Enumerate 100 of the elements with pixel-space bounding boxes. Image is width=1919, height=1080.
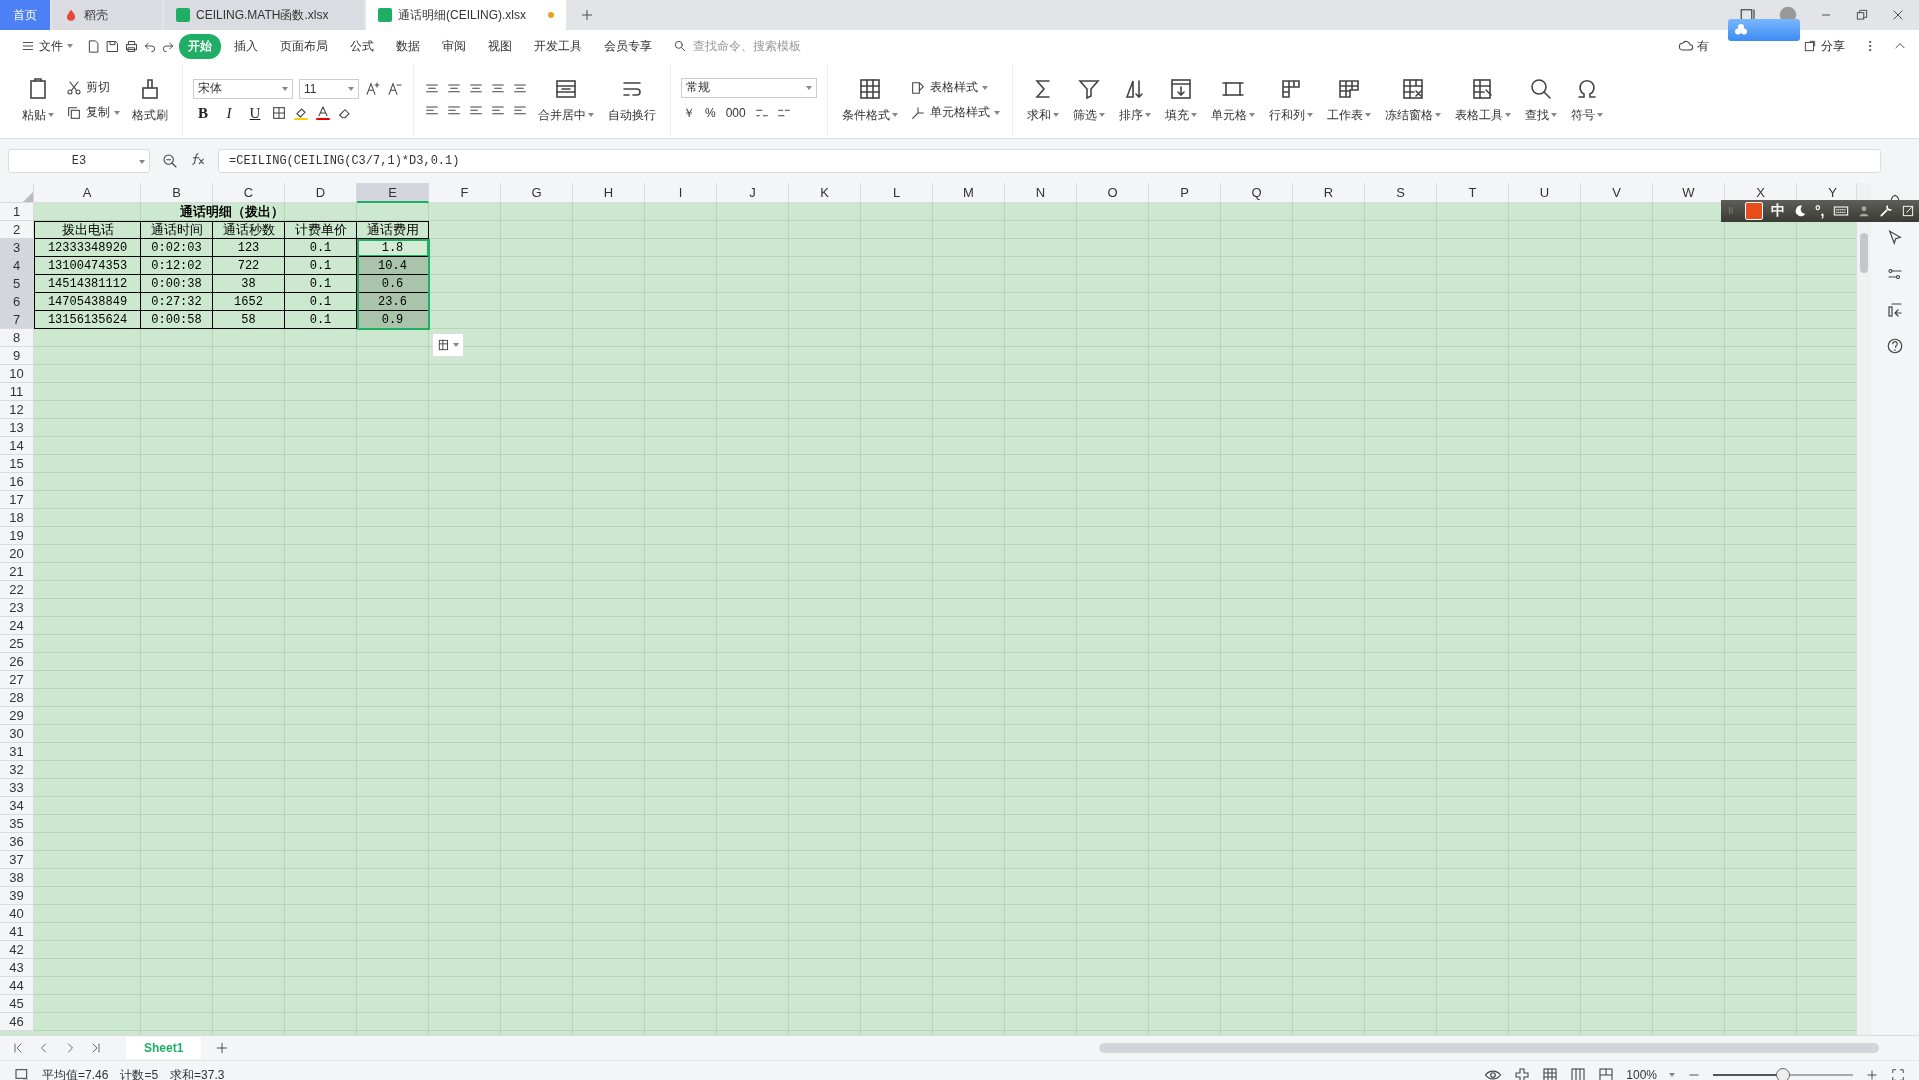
row-header[interactable]: 39	[0, 887, 34, 905]
column-header[interactable]: K	[789, 183, 861, 203]
document-tab[interactable]: 首页	[0, 0, 50, 30]
row-header[interactable]: 34	[0, 797, 34, 815]
ribbon-tab[interactable]: 数据	[387, 33, 429, 59]
column-header[interactable]: N	[1005, 183, 1077, 203]
document-tab[interactable]: CEILING.MATH函数.xlsx	[164, 0, 364, 30]
row-header[interactable]: 20	[0, 545, 34, 563]
row-header[interactable]: 43	[0, 959, 34, 977]
row-header[interactable]: 38	[0, 869, 34, 887]
table-style-button[interactable]: 表格样式	[908, 78, 1002, 97]
ribbon-tab[interactable]: 视图	[479, 33, 521, 59]
column-header[interactable]: F	[429, 183, 501, 203]
font-style-button[interactable]: I	[219, 104, 239, 122]
name-box[interactable]: E3	[8, 149, 150, 173]
row-header[interactable]: 18	[0, 509, 34, 527]
punctuation-button[interactable]: °,	[1815, 203, 1825, 219]
file-menu[interactable]: 文件	[12, 33, 82, 59]
row-header[interactable]: 23	[0, 599, 34, 617]
conditional-format-button[interactable]: 条件格式	[838, 74, 902, 126]
toolbar-button[interactable]: 单元格	[1207, 74, 1259, 126]
row-header[interactable]: 2	[0, 221, 34, 239]
column-header[interactable]: L	[861, 183, 933, 203]
font-style-button[interactable]: U	[245, 104, 265, 122]
paste-button[interactable]: 粘贴	[18, 74, 58, 126]
ime-logo-icon[interactable]	[1745, 202, 1763, 220]
row-header[interactable]: 5	[0, 275, 34, 293]
row-header[interactable]: 15	[0, 455, 34, 473]
toolbar-button[interactable]: 行和列	[1265, 74, 1317, 126]
column-header[interactable]: R	[1293, 183, 1365, 203]
toolbar-button[interactable]: 排序	[1115, 74, 1155, 126]
number-format-button[interactable]: %	[703, 105, 718, 121]
column-header[interactable]: V	[1581, 183, 1653, 203]
wrap-text-button[interactable]: 自动换行	[604, 74, 660, 126]
zoom-level[interactable]: 100%	[1626, 1068, 1657, 1080]
column-header[interactable]: G	[501, 183, 573, 203]
document-tab[interactable]: 通话明细(CEILING).xlsx	[366, 0, 566, 30]
ribbon-tab[interactable]: 公式	[341, 33, 383, 59]
paste-options-button[interactable]	[432, 333, 464, 357]
row-header[interactable]: 6	[0, 293, 34, 311]
scrollbar-thumb[interactable]	[1860, 233, 1868, 273]
ribbon-tab[interactable]: 页面布局	[271, 33, 337, 59]
column-header[interactable]: D	[285, 183, 357, 203]
copy-button[interactable]: 复制	[64, 103, 122, 122]
row-header[interactable]: 11	[0, 383, 34, 401]
row-header[interactable]: 7	[0, 311, 34, 329]
cell-style-button[interactable]: 单元格样式	[908, 103, 1002, 122]
row-header[interactable]: 17	[0, 491, 34, 509]
toolbar-button[interactable]: 冻结窗格	[1381, 74, 1445, 126]
input-mode-button[interactable]: 中	[1771, 202, 1785, 220]
row-header[interactable]: 3	[0, 239, 34, 257]
scrollbar-thumb[interactable]	[1099, 1043, 1879, 1053]
toolbar-button[interactable]: 筛选	[1069, 74, 1109, 126]
row-header[interactable]: 44	[0, 977, 34, 995]
column-header[interactable]: J	[717, 183, 789, 203]
row-header[interactable]: 26	[0, 653, 34, 671]
row-header[interactable]: 42	[0, 941, 34, 959]
share-button[interactable]: 分享	[1801, 36, 1847, 56]
toolbar-button[interactable]: 填充	[1161, 74, 1201, 126]
row-header[interactable]: 35	[0, 815, 34, 833]
number-format-field[interactable]: 常规	[681, 77, 817, 98]
column-header[interactable]: W	[1653, 183, 1725, 203]
row-header[interactable]: 1	[0, 203, 34, 221]
row-header[interactable]: 27	[0, 671, 34, 689]
column-header[interactable]: Q	[1221, 183, 1293, 203]
number-format-button[interactable]: 000	[723, 105, 748, 121]
ribbon-tab[interactable]: 开发工具	[525, 33, 591, 59]
row-header[interactable]: 31	[0, 743, 34, 761]
column-header[interactable]: T	[1437, 183, 1509, 203]
column-header[interactable]: M	[933, 183, 1005, 203]
row-header[interactable]: 41	[0, 923, 34, 941]
row-header[interactable]: 40	[0, 905, 34, 923]
column-header[interactable]: C	[213, 183, 285, 203]
column-header[interactable]: O	[1077, 183, 1149, 203]
row-header[interactable]: 28	[0, 689, 34, 707]
row-header[interactable]: 30	[0, 725, 34, 743]
column-header[interactable]: P	[1149, 183, 1221, 203]
row-header[interactable]: 4	[0, 257, 34, 275]
row-header[interactable]: 9	[0, 347, 34, 365]
row-header[interactable]: 29	[0, 707, 34, 725]
column-header[interactable]: A	[34, 183, 141, 203]
row-header[interactable]: 13	[0, 419, 34, 437]
row-header[interactable]: 24	[0, 617, 34, 635]
format-painter-button[interactable]: 格式刷	[128, 74, 172, 126]
ribbon-tab[interactable]: 审阅	[433, 33, 475, 59]
toolbar-button[interactable]: 查找	[1521, 74, 1561, 126]
toolbar-button[interactable]: 工作表	[1323, 74, 1375, 126]
column-header[interactable]: X	[1725, 183, 1797, 203]
row-header[interactable]: 16	[0, 473, 34, 491]
row-header[interactable]: 19	[0, 527, 34, 545]
sync-status[interactable]: 有	[1697, 37, 1709, 55]
column-header[interactable]: I	[645, 183, 717, 203]
number-format-button[interactable]: ￥	[681, 103, 697, 123]
column-header[interactable]: S	[1365, 183, 1437, 203]
row-header[interactable]: 36	[0, 833, 34, 851]
toolbar-button[interactable]: 求和	[1023, 74, 1063, 126]
row-header[interactable]: 32	[0, 761, 34, 779]
row-header[interactable]: 33	[0, 779, 34, 797]
column-header[interactable]: E	[357, 183, 429, 203]
row-header[interactable]: 45	[0, 995, 34, 1013]
